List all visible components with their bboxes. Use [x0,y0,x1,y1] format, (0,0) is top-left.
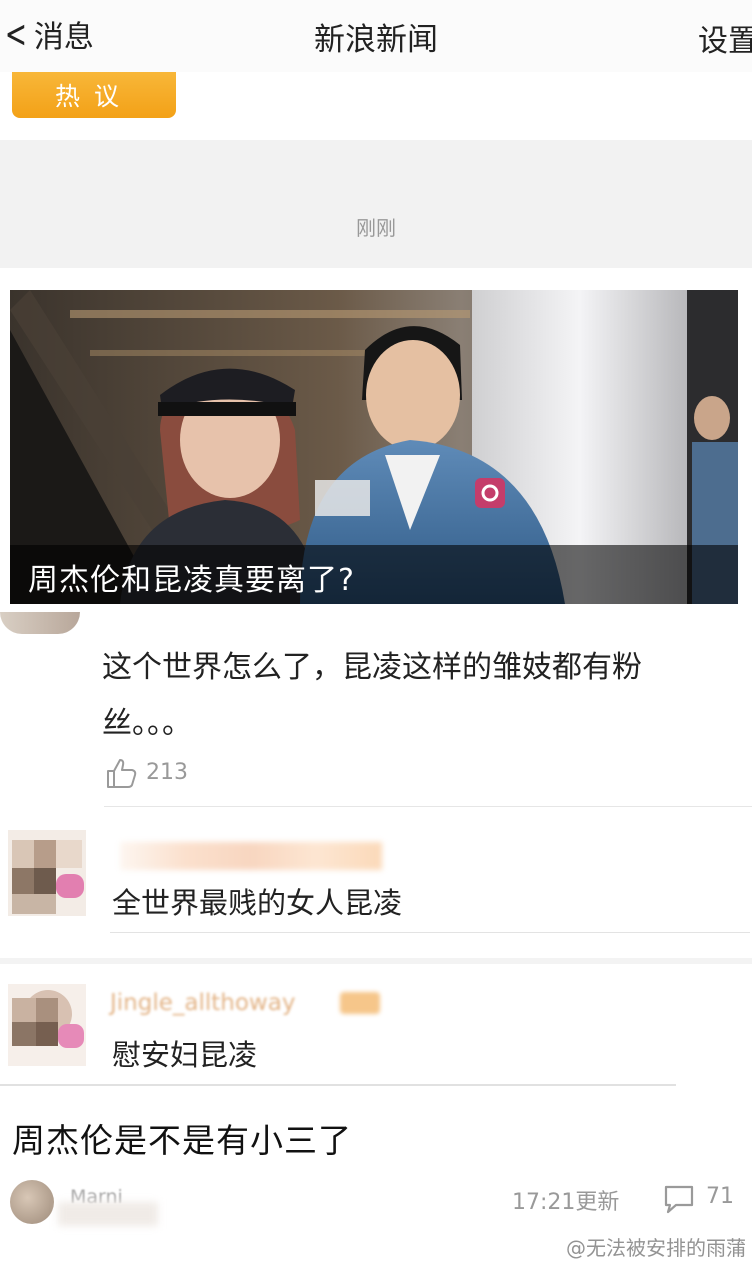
comment-bubble-icon[interactable] [662,1184,696,1214]
vip-badge-icon [340,992,380,1014]
hot-tag[interactable]: 热议 [12,72,176,118]
thumbs-up-icon[interactable] [104,756,138,790]
divider [110,932,750,933]
back-label: 消息 [33,20,94,55]
avatar[interactable] [0,612,80,634]
comment-text: 全世界最贱的女人昆凌 [112,886,403,920]
photo-caption: 周杰伦和昆凌真要离了? [28,563,355,598]
weibo-watermark: @无法被安排的雨蒲 [566,1236,746,1260]
comment-text: 这个世界怎么了，昆凌这样的雏妓都有粉丝。。。 [102,650,642,741]
post-updated-time: 17:21更新 [512,1190,620,1215]
comment-text: 慰安妇昆凌 [112,1038,258,1072]
back-button[interactable]: < 消息 [0,12,94,56]
divider [104,806,752,807]
comment-count: 71 [706,1184,734,1209]
username[interactable]: Jingle_allthoway [110,990,295,1016]
post-headline[interactable]: 周杰伦是不是有小三了 [12,1114,352,1162]
avatar[interactable] [8,830,86,916]
like-count: 213 [146,760,188,785]
chevron-left-icon: < [4,12,28,56]
avatar[interactable] [8,984,86,1066]
timestamp-band [0,140,752,268]
settings-button[interactable]: 设置 [698,16,752,60]
username-blurred [120,842,382,870]
author-blur-mask [58,1202,158,1226]
avatar[interactable] [10,1180,54,1224]
divider [0,1084,676,1086]
nav-title: 新浪新闻 [314,22,438,58]
section-separator [0,958,752,964]
feed-timestamp: 刚刚 [356,216,396,240]
